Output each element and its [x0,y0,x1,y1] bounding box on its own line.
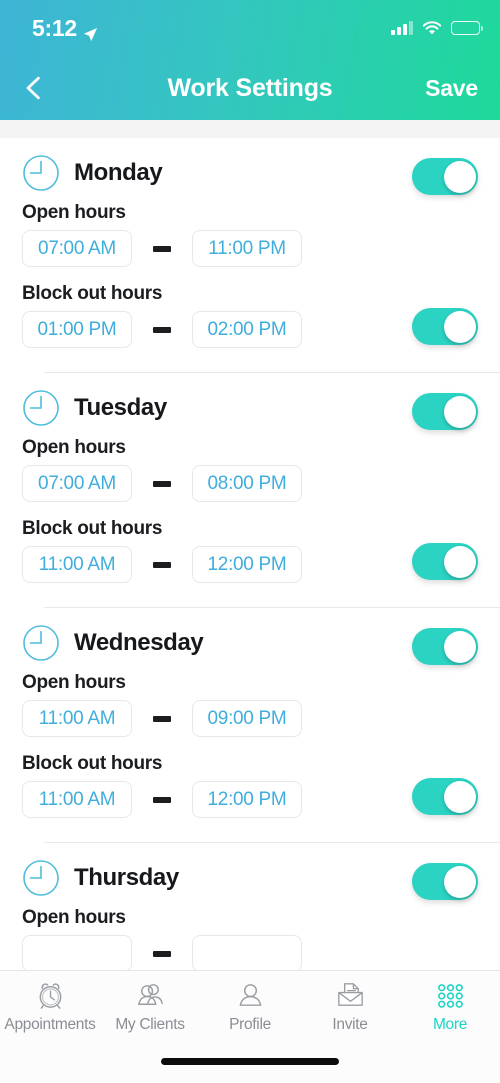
tab-label: My Clients [115,1016,185,1033]
day-section-wednesday: Wednesday Open hours 11:00 AM 09:00 PM B… [0,608,500,843]
block-start-time[interactable]: 11:00 AM [22,781,132,818]
dash-separator [153,480,171,487]
open-end-time[interactable]: 08:00 PM [192,465,302,502]
block-hours-row: 11:00 AM 12:00 PM [22,543,478,583]
block-hours-toggle[interactable] [412,308,478,345]
clock-icon [22,389,60,427]
clock-icon [22,859,60,897]
header-separator-strip [0,120,500,138]
people-group-icon [134,977,167,1013]
bottom-tab-bar: Appointments My Clients Profile Invite M… [0,970,500,1083]
cellular-signal-icon [391,21,413,35]
tab-profile[interactable]: Profile [200,977,300,1043]
status-bar-right [391,20,483,36]
block-end-time[interactable]: 12:00 PM [192,781,302,818]
battery-icon [451,21,483,35]
open-end-time[interactable]: 09:00 PM [192,700,302,737]
open-hours-label: Open hours [22,672,126,693]
open-hours-label: Open hours [22,437,126,458]
work-settings-screen: 5:12 Work Settings Save Monday Open hour… [0,0,500,1083]
dash-separator [153,950,171,957]
tab-appointments[interactable]: Appointments [0,977,100,1043]
alarm-clock-icon [34,977,67,1013]
days-list[interactable]: Monday Open hours 07:00 AM 11:00 PM Bloc… [0,138,500,970]
open-start-time[interactable]: 07:00 AM [22,230,132,267]
status-bar: 5:12 [0,0,500,56]
day-enabled-toggle[interactable] [412,158,478,195]
dash-separator [153,796,171,803]
block-out-hours-label: Block out hours [22,518,163,539]
open-hours-row: 07:00 AM 08:00 PM [22,465,500,502]
open-hours-row: 07:00 AM 11:00 PM [22,230,500,267]
day-section-monday: Monday Open hours 07:00 AM 11:00 PM Bloc… [0,138,500,373]
block-hours-row: 11:00 AM 12:00 PM [22,778,478,818]
open-hours-label: Open hours [22,202,126,223]
dash-separator [153,715,171,722]
app-header: 5:12 Work Settings Save [0,0,500,120]
person-icon [234,977,267,1013]
back-button[interactable] [14,66,54,110]
tab-my-clients[interactable]: My Clients [100,977,200,1043]
open-hours-row: 11:00 AM 09:00 PM [22,700,500,737]
tab-label: Profile [229,1016,271,1033]
grid-dots-icon [434,977,467,1013]
home-indicator[interactable] [161,1058,339,1065]
dash-separator [153,245,171,252]
block-start-time[interactable]: 11:00 AM [22,546,132,583]
day-label: Monday [74,159,163,186]
open-start-time[interactable] [22,935,132,970]
day-label: Tuesday [74,394,167,421]
day-label: Wednesday [74,629,204,656]
save-button[interactable]: Save [425,75,478,102]
dash-separator [153,561,171,568]
block-out-hours-label: Block out hours [22,753,163,774]
block-end-time[interactable]: 02:00 PM [192,311,302,348]
day-section-thursday: Thursday Open hours [0,843,500,970]
tab-invite[interactable]: Invite [300,977,400,1043]
block-hours-row: 01:00 PM 02:00 PM [22,308,478,348]
block-hours-toggle[interactable] [412,778,478,815]
location-arrow-icon [83,21,98,41]
envelope-icon [334,977,367,1013]
block-out-hours-label: Block out hours [22,283,163,304]
block-start-time[interactable]: 01:00 PM [22,311,132,348]
day-label: Thursday [74,864,179,891]
dash-separator [153,326,171,333]
open-end-time[interactable] [192,935,302,970]
open-hours-row [22,935,500,970]
clock-icon [22,154,60,192]
status-bar-left: 5:12 [32,15,98,42]
wifi-icon [422,20,442,36]
tab-label: More [432,1016,468,1033]
tab-label: Invite [332,1016,368,1033]
day-enabled-toggle[interactable] [412,628,478,665]
block-end-time[interactable]: 12:00 PM [192,546,302,583]
open-start-time[interactable]: 11:00 AM [22,700,132,737]
nav-bar: Work Settings Save [0,56,500,120]
open-hours-label: Open hours [22,907,126,928]
block-hours-toggle[interactable] [412,543,478,580]
day-enabled-toggle[interactable] [412,393,478,430]
tab-label: Appointments [4,1016,96,1033]
tab-more[interactable]: More [400,977,500,1043]
clock-icon [22,624,60,662]
open-start-time[interactable]: 07:00 AM [22,465,132,502]
status-bar-clock: 5:12 [32,14,77,41]
day-enabled-toggle[interactable] [412,863,478,900]
day-section-tuesday: Tuesday Open hours 07:00 AM 08:00 PM Blo… [0,373,500,608]
open-end-time[interactable]: 11:00 PM [192,230,302,267]
